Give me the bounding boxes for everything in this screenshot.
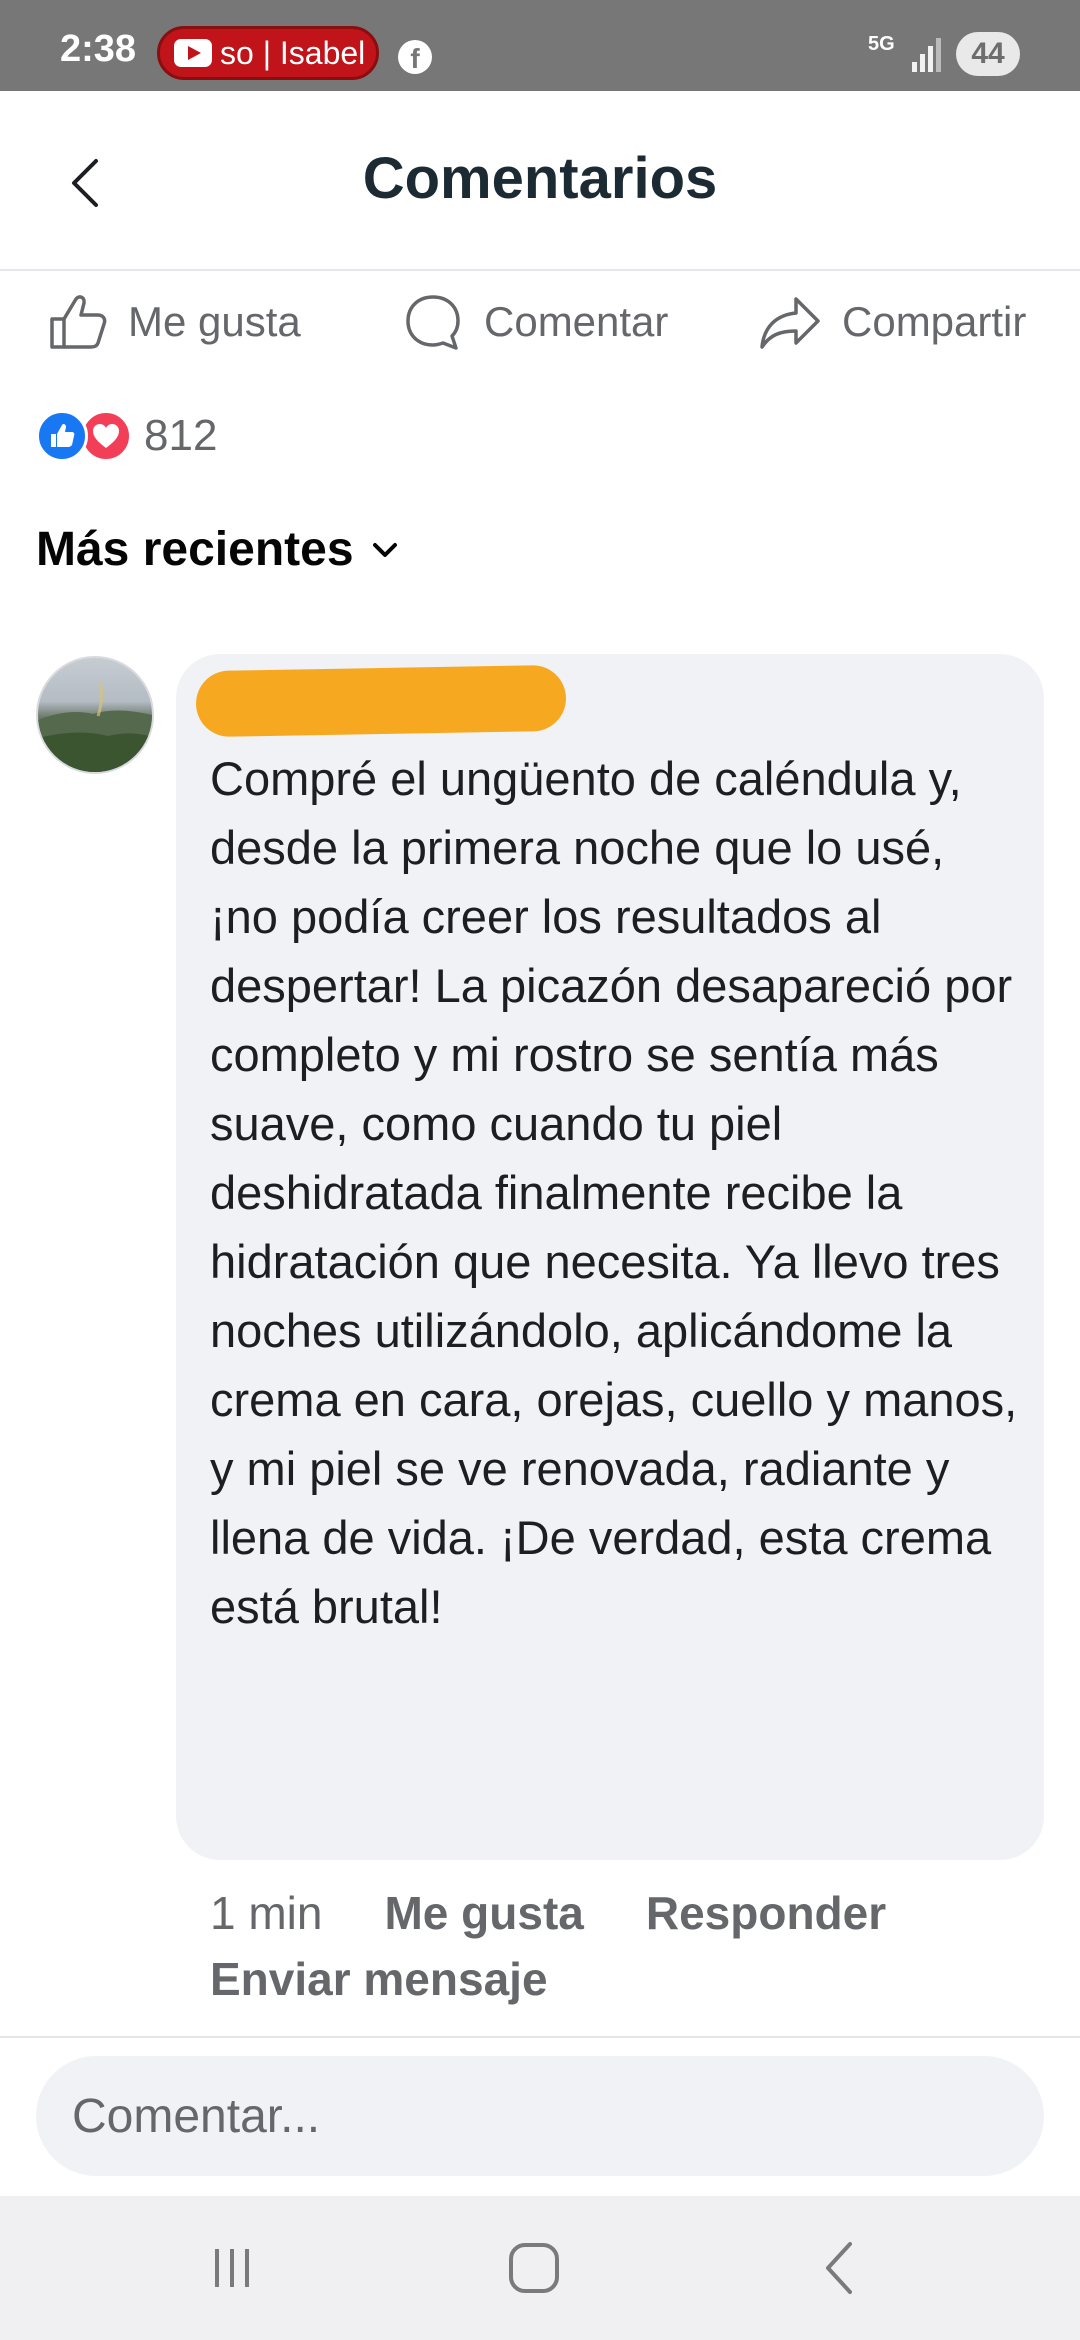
share-label: Compartir (842, 298, 1027, 345)
system-back-button[interactable] (800, 2236, 880, 2300)
battery-indicator: 44 (956, 32, 1020, 76)
youtube-icon (174, 39, 212, 67)
comment-button[interactable]: Comentar (402, 272, 668, 372)
share-arrow-icon (760, 297, 820, 349)
like-reaction-icon (36, 410, 88, 462)
header: Comentarios (0, 91, 1080, 271)
comment-label: Comentar (484, 298, 669, 345)
like-button[interactable]: Me gusta (46, 272, 301, 372)
comment-input[interactable] (72, 2056, 972, 2176)
facebook-icon: f (398, 40, 432, 74)
home-icon (509, 2243, 559, 2293)
page-title: Comentarios (362, 146, 718, 211)
comment-meta: 1 min Me gusta Responder Enviar mensaje (210, 1880, 1030, 2012)
thumbs-up-icon (50, 295, 107, 349)
network-type: 5G (868, 33, 895, 55)
landscape-photo (38, 681, 152, 772)
share-button[interactable]: Compartir (758, 272, 1026, 372)
redaction-mark (195, 664, 567, 738)
status-time: 2:38 (60, 28, 137, 70)
reactions-summary[interactable]: 812 (36, 408, 217, 464)
comment-bubble-icon (406, 295, 460, 350)
comment-text: Compré el ungüento de caléndula y, desde… (210, 752, 1018, 1633)
divider (0, 2036, 1080, 2038)
recent-apps-button[interactable] (192, 2236, 272, 2300)
send-message-button[interactable]: Enviar mensaje (210, 1952, 548, 2006)
comment-time: 1 min (210, 1887, 323, 1939)
post-actions: Me gusta Comentar Compartir (0, 272, 1080, 372)
media-notification-text: so | Isabel (220, 34, 366, 71)
sort-dropdown[interactable]: Más recientes (36, 522, 400, 577)
recent-apps-icon (215, 2249, 249, 2287)
system-nav-bar (0, 2196, 1080, 2340)
media-notification-pill[interactable]: so | Isabel (157, 26, 379, 80)
reaction-count: 812 (144, 411, 218, 460)
status-bar: 2:38 so | Isabel f 5G 44 (0, 0, 1080, 91)
home-button[interactable] (494, 2236, 574, 2300)
comment-like-button[interactable]: Me gusta (384, 1886, 583, 1940)
system-back-icon (826, 2242, 852, 2294)
comment-composer[interactable] (36, 2056, 1044, 2176)
chevron-down-icon (372, 542, 397, 557)
signal-icon (912, 36, 942, 72)
like-label: Me gusta (128, 298, 301, 345)
avatar[interactable] (36, 656, 154, 774)
reply-button[interactable]: Responder (646, 1886, 886, 1940)
sort-label: Más recientes (36, 523, 354, 576)
